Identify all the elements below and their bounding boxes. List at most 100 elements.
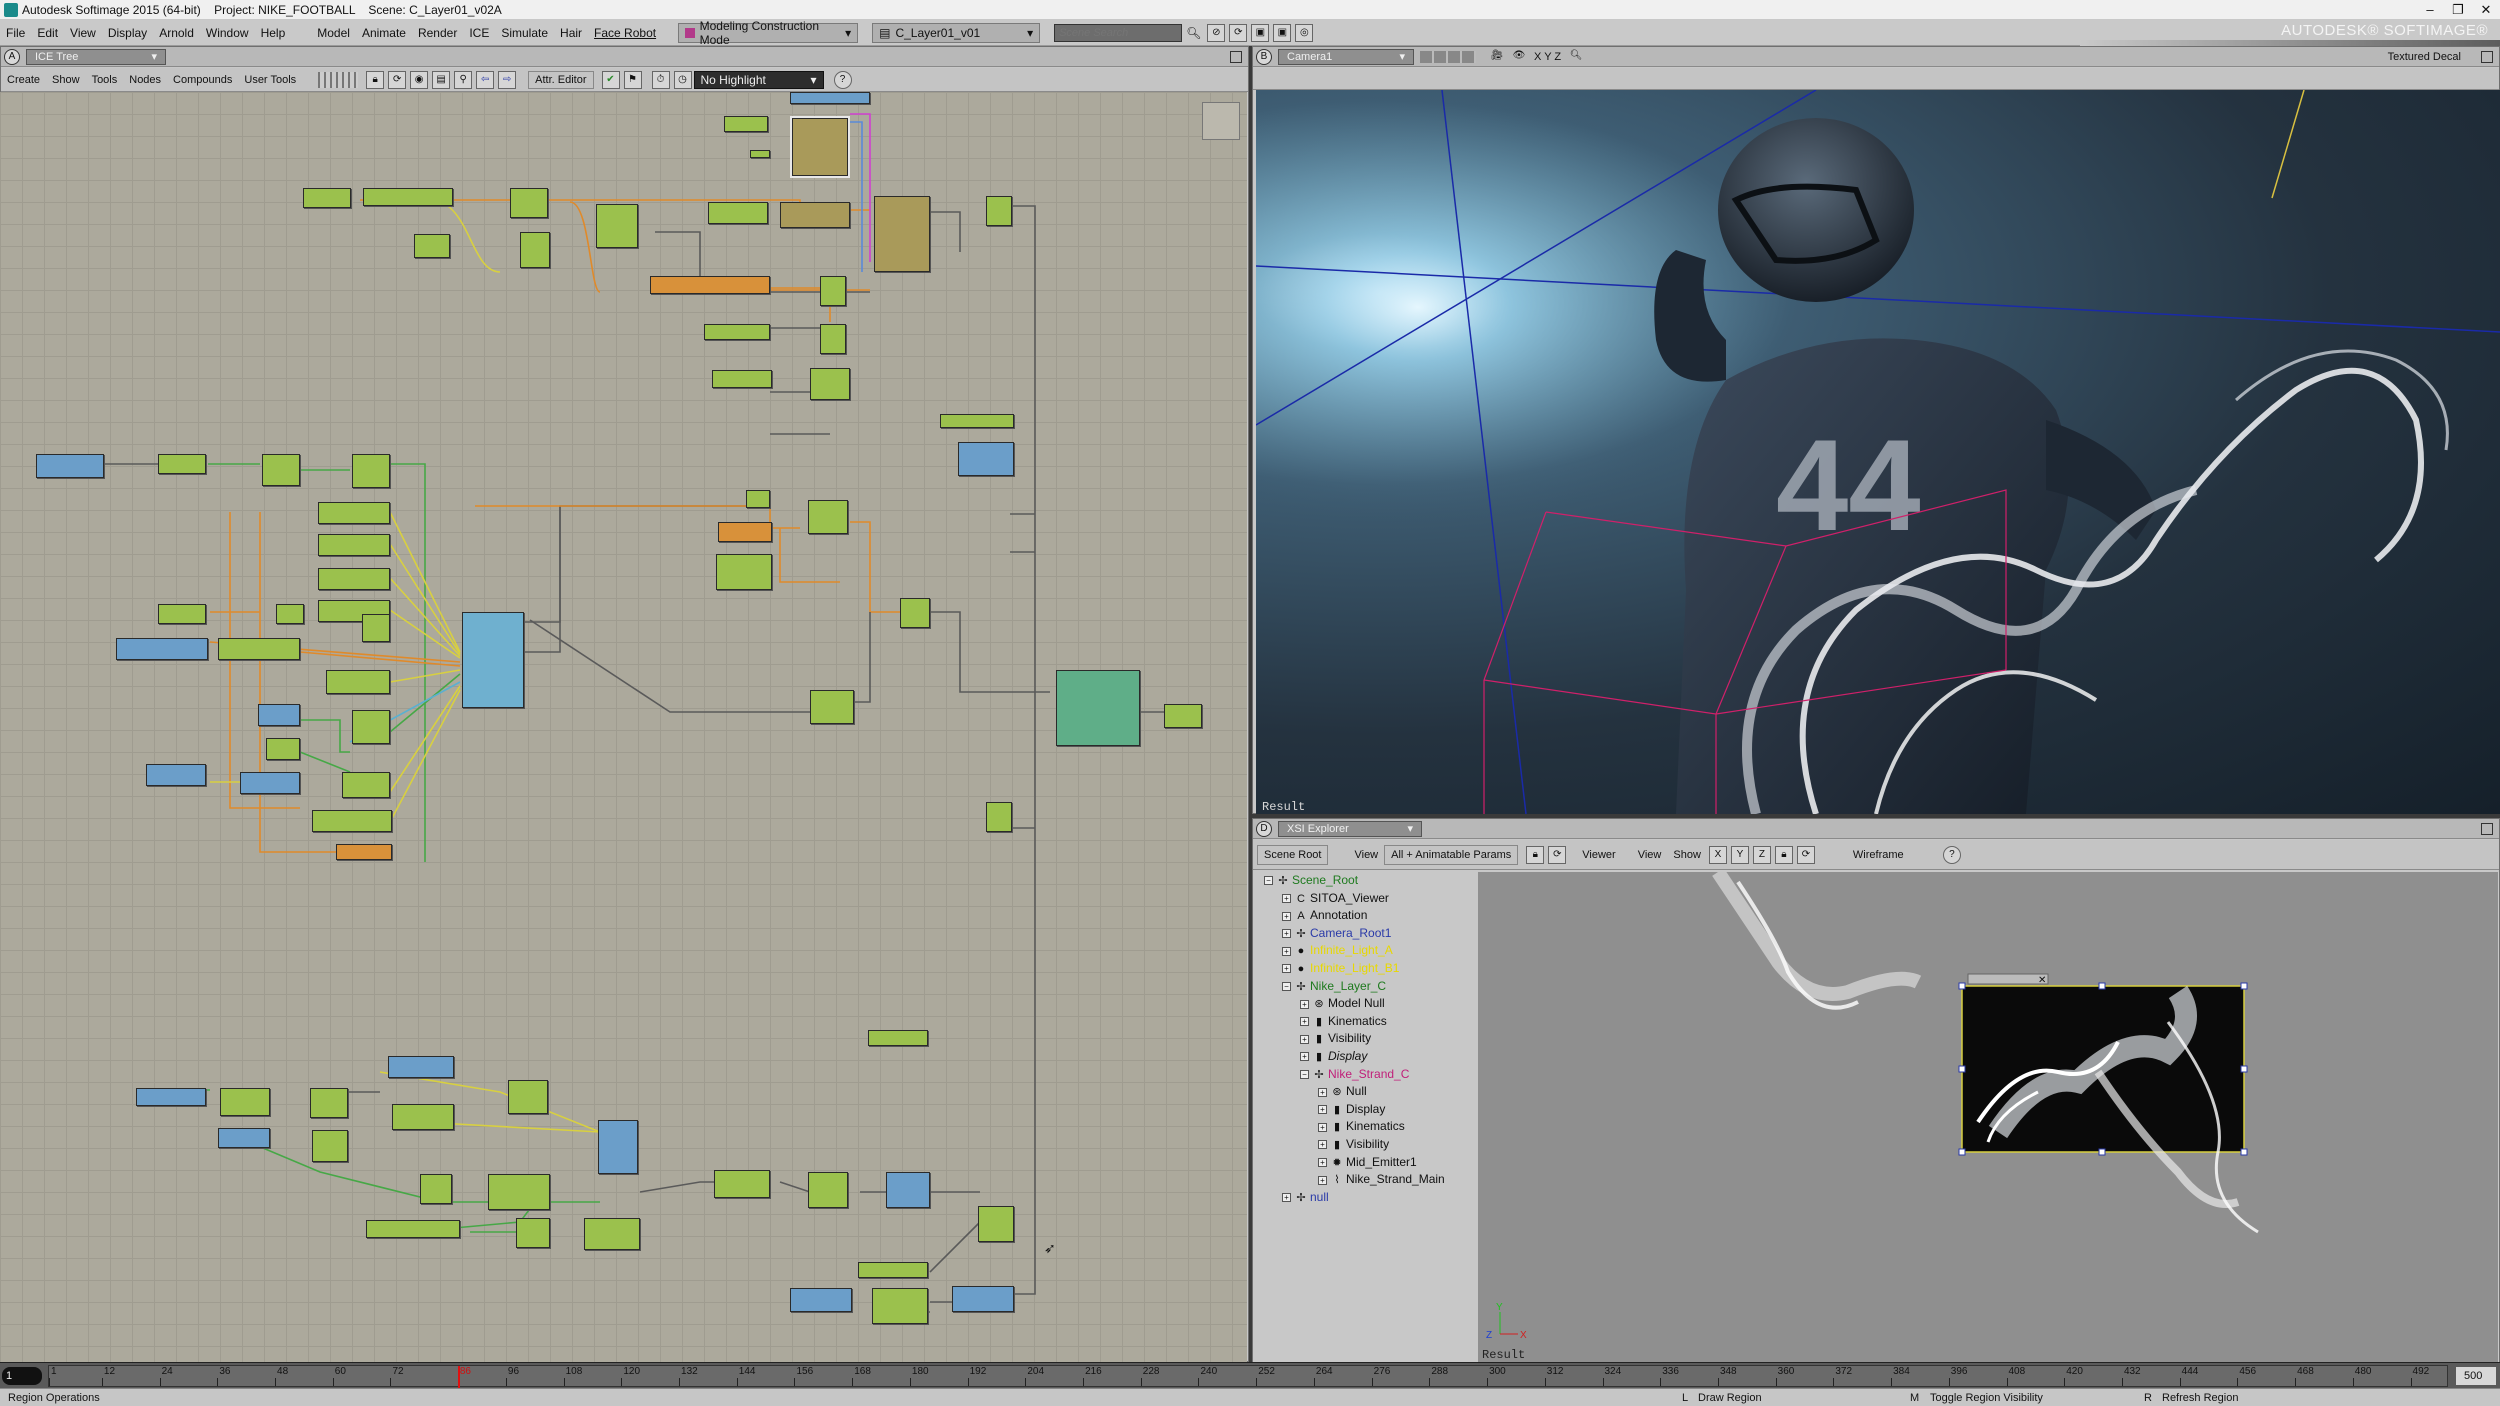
render-region-view[interactable]: ✕ Y Z X Result	[1478, 872, 2498, 1362]
ice-node[interactable]	[596, 204, 638, 248]
refresh-icon[interactable]: ⟳	[388, 70, 407, 89]
ice-node[interactable]	[342, 772, 390, 798]
search-icon[interactable]: 🔍︎	[1186, 26, 1201, 40]
ice-node[interactable]	[218, 638, 300, 660]
lock-icon[interactable]: 🔒︎	[366, 70, 385, 89]
filter-icon[interactable]: ⊘	[1207, 23, 1226, 42]
ice-node[interactable]	[312, 1130, 348, 1162]
menu-ice[interactable]: ICE	[463, 26, 495, 40]
ice-node[interactable]	[872, 1288, 928, 1324]
refresh-icon[interactable]: ⟳	[1548, 845, 1567, 864]
ice-node[interactable]	[650, 276, 770, 294]
ice-node[interactable]	[868, 1030, 928, 1046]
ice-node[interactable]	[858, 1262, 928, 1278]
ice-node[interactable]	[363, 188, 453, 206]
menu-face-robot[interactable]: Face Robot	[588, 26, 662, 40]
tree-item[interactable]: + ⊛ Null	[1318, 1083, 1367, 1100]
close-button[interactable]: ✕	[2466, 0, 2500, 20]
ice-node[interactable]	[462, 612, 524, 708]
ice-node[interactable]	[714, 1170, 770, 1198]
ice-node[interactable]	[326, 670, 390, 694]
collapse-icon[interactable]: −	[1282, 981, 1291, 991]
tree-item[interactable]: + ✢ Camera_Root1	[1282, 925, 1391, 942]
menu-view[interactable]: View	[64, 26, 102, 40]
ice-node[interactable]	[952, 1286, 1014, 1312]
camera-dropdown[interactable]: Camera1 ▾	[1278, 48, 1414, 65]
tree-item[interactable]: + ⊛ Model Null	[1300, 995, 1385, 1012]
tree-item[interactable]: + ▮ Display	[1318, 1101, 1385, 1118]
ice-node[interactable]	[820, 324, 846, 354]
ice-node[interactable]	[336, 844, 392, 860]
tree-item[interactable]: + ● Infinite_Light_B1	[1282, 960, 1399, 977]
scene-root-button[interactable]: Scene Root	[1257, 844, 1329, 865]
ice-node[interactable]	[352, 710, 390, 744]
ice-node[interactable]	[940, 414, 1014, 428]
ice-node[interactable]	[312, 810, 392, 832]
tree-item[interactable]: − ✢ Nike_Layer_C	[1282, 978, 1386, 995]
tree-item[interactable]: + ✹ Mid_Emitter1	[1318, 1154, 1417, 1171]
ice-node[interactable]	[508, 1080, 548, 1114]
timeline[interactable]: 1 1 12 24 36 48 60 72 86 96 108 120 132 144 156 168 180…	[0, 1362, 2500, 1388]
ice-node[interactable]	[116, 638, 208, 660]
panel-letter-b[interactable]: B	[1256, 48, 1272, 65]
timeline-end-field[interactable]: 500	[2456, 1367, 2496, 1385]
ice-node[interactable]	[584, 1218, 640, 1250]
save-icon[interactable]: ▤	[432, 70, 451, 89]
ice-node[interactable]	[704, 324, 770, 340]
ice-node[interactable]	[220, 1088, 270, 1116]
expand-icon[interactable]: +	[1282, 893, 1291, 903]
tree-item[interactable]: + ▮ Kinematics	[1300, 1013, 1387, 1030]
mode-dropdown[interactable]: Modeling Construction Mode ▾	[678, 19, 859, 47]
sync-icon[interactable]: ⟳	[1229, 23, 1248, 42]
help-icon[interactable]: ?	[1942, 845, 1961, 864]
menu-hair[interactable]: Hair	[554, 26, 588, 40]
ice-node[interactable]	[716, 554, 772, 590]
scene-search-input[interactable]	[1054, 23, 1183, 42]
ice-node[interactable]	[318, 568, 390, 590]
watch-icon[interactable]: ◷	[673, 70, 692, 89]
ice-node[interactable]	[958, 442, 1014, 476]
eye-icon[interactable]: 👁︎	[1510, 48, 1528, 66]
tree-item[interactable]: + ● Infinite_Light_A	[1282, 942, 1393, 959]
tree-item[interactable]: + ✢ null	[1282, 1189, 1329, 1206]
lock-2-icon[interactable]: 🔒︎	[1774, 845, 1793, 864]
ice-node[interactable]	[900, 598, 930, 628]
record-icon[interactable]: ◉	[410, 70, 429, 89]
expand-icon[interactable]: +	[1318, 1122, 1327, 1132]
help-icon[interactable]: ?	[833, 70, 852, 89]
ice-node[interactable]	[366, 1220, 460, 1238]
menu-help[interactable]: Help	[255, 26, 292, 40]
link-icon[interactable]: ⚲	[454, 70, 473, 89]
expand-icon[interactable]: +	[1282, 911, 1291, 921]
viewer-menu[interactable]: Viewer	[1576, 845, 1621, 865]
expand-icon[interactable]: +	[1300, 1052, 1309, 1062]
ice-menu-create[interactable]: Create	[1, 70, 46, 90]
menu-file[interactable]: File	[0, 26, 31, 40]
ice-graph-canvas[interactable]: ➶	[0, 92, 1247, 1362]
ice-node[interactable]	[516, 1218, 550, 1248]
wireframe-dropdown[interactable]: Wireframe	[1847, 845, 1937, 865]
ice-node[interactable]	[258, 704, 300, 726]
timeline-start-field[interactable]: 1	[2, 1367, 42, 1385]
ice-node[interactable]	[986, 802, 1012, 832]
tree-item[interactable]: − ✢ Scene_Root	[1264, 872, 1358, 889]
ice-node[interactable]	[808, 1172, 848, 1208]
ice-node[interactable]	[392, 1104, 454, 1130]
ice-node[interactable]	[808, 500, 848, 534]
graph-navigator-widget[interactable]	[1202, 102, 1240, 140]
expand-icon[interactable]: +	[1318, 1105, 1327, 1115]
ice-node[interactable]	[36, 454, 104, 478]
ice-menu-compounds[interactable]: Compounds	[167, 70, 238, 90]
expand-icon[interactable]: +	[1282, 929, 1291, 939]
tree-item[interactable]: + ▮ Visibility	[1300, 1030, 1371, 1047]
ice-node[interactable]	[136, 1088, 206, 1106]
ice-menu-user-tools[interactable]: User Tools	[238, 70, 302, 90]
expand-icon[interactable]: +	[1282, 1193, 1291, 1203]
ice-node[interactable]	[218, 1128, 270, 1148]
ice-node[interactable]	[303, 188, 351, 208]
menu-model[interactable]: Model	[311, 26, 356, 40]
render-view-menu[interactable]: View	[1632, 845, 1668, 865]
ice-node[interactable]	[276, 604, 304, 624]
ice-node[interactable]	[158, 604, 206, 624]
menu-display[interactable]: Display	[102, 26, 153, 40]
